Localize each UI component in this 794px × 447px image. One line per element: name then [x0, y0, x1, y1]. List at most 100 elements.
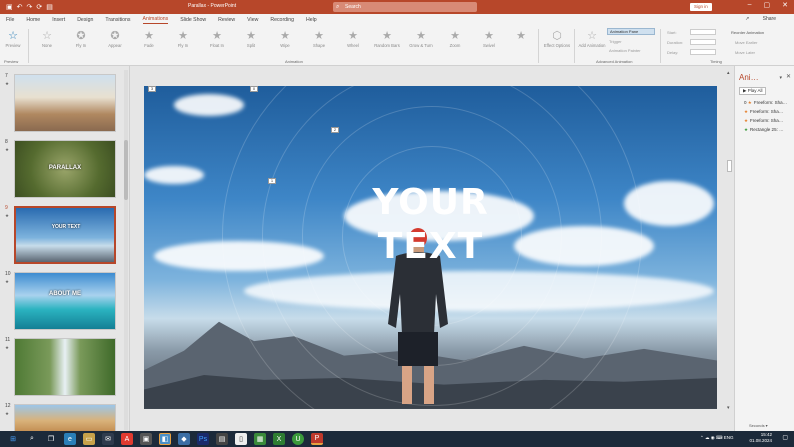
system-tray-icons[interactable]: ⌃ ☁ ◉ ⌨ ENG	[700, 435, 733, 441]
move-later-button[interactable]: Move Later	[735, 50, 755, 55]
slide-number: 12	[5, 403, 11, 409]
start-icon[interactable]: ⊞	[7, 433, 19, 445]
slide-thumbnail-7[interactable]	[14, 74, 116, 132]
redo-icon[interactable]: ↷	[27, 3, 33, 11]
slide-title-line2[interactable]: TEXT	[144, 226, 717, 267]
tab-help[interactable]: Help	[306, 17, 317, 23]
tab-view[interactable]: View	[247, 17, 258, 23]
minimize-icon[interactable]: –	[748, 1, 752, 9]
anim-none[interactable]: ☆ None	[34, 30, 60, 48]
animation-pane-button[interactable]: Animation Pane	[607, 28, 655, 35]
anim-wipe[interactable]: ★ Wipe	[272, 30, 298, 48]
app-icon[interactable]: ◆	[178, 433, 190, 445]
clock[interactable]: 15:42 01.08.2024	[749, 432, 772, 444]
close-icon[interactable]: ✕	[786, 73, 791, 80]
anim-random-bars[interactable]: ★ Random Bars	[374, 30, 400, 48]
slide-thumbnail-10[interactable]: ABOUT ME	[14, 272, 116, 330]
autosave-icon[interactable]: ▣	[6, 3, 13, 11]
upwork-icon[interactable]: U	[292, 433, 304, 445]
photoshop-icon[interactable]: Ps	[197, 433, 209, 445]
anim-split[interactable]: ★ Split	[238, 30, 264, 48]
anim-label: Wipe	[280, 43, 290, 48]
slide-thumbnail-9[interactable]: YOUR TEXT	[14, 206, 116, 264]
thumbnail-scrollbar[interactable]	[124, 70, 128, 430]
anim-label: Swivel	[482, 43, 496, 48]
tab-insert[interactable]: Insert	[52, 17, 65, 23]
start-label: Start:	[667, 30, 677, 35]
excel-icon[interactable]: X	[273, 433, 285, 445]
delay-field[interactable]	[690, 49, 716, 55]
animation-item[interactable]: ★ Rectangle 25: …	[744, 127, 784, 133]
anim-fly[interactable]: ★ Fly In	[170, 30, 196, 48]
preview-button[interactable]: ☆ Preview	[0, 30, 26, 48]
app-icon[interactable]: ▤	[216, 433, 228, 445]
anim-wheel[interactable]: ★ Wheel	[340, 30, 366, 48]
anim-label: Float In	[210, 43, 224, 48]
tab-recording[interactable]: Recording	[270, 17, 294, 23]
animation-item[interactable]: 0 ★ Freeform: Sha…	[744, 100, 787, 106]
file-explorer-icon[interactable]: ▭	[83, 433, 95, 445]
undo-icon[interactable]: ↶	[17, 3, 23, 11]
anim-float-in[interactable]: ★ Float In	[204, 30, 230, 48]
anim-appear[interactable]: ✪ Appear	[102, 30, 128, 48]
repeat-icon[interactable]: ⟳	[36, 3, 42, 11]
move-earlier-button[interactable]: Move Earlier	[735, 40, 757, 45]
effect-options-button[interactable]: ⬡ Effect Options	[543, 30, 571, 48]
tab-home[interactable]: Home	[26, 17, 40, 23]
search-box[interactable]: ⌕ Search	[333, 2, 477, 12]
tab-review[interactable]: Review	[218, 17, 235, 23]
anim-zoom[interactable]: ★ Zoom	[442, 30, 468, 48]
anim-fade[interactable]: ★ Fade	[136, 30, 162, 48]
slide-thumbnail-12[interactable]	[14, 404, 116, 432]
trigger-button[interactable]: Trigger	[609, 39, 622, 44]
tab-design[interactable]: Design	[77, 17, 93, 23]
scrollbar-thumb[interactable]	[727, 160, 732, 172]
scroll-down-icon[interactable]: ▾	[727, 405, 730, 411]
slide-scrollbar[interactable]: ▴ ▾	[727, 70, 733, 425]
seconds-dropdown[interactable]: Seconds ▾	[749, 423, 768, 428]
slide-thumbnail-11[interactable]	[14, 338, 116, 396]
anim-shape[interactable]: ★ Shape	[306, 30, 332, 48]
edge-icon[interactable]: e	[64, 433, 76, 445]
anim-bounce[interactable]: ★	[506, 30, 536, 43]
anim-label: Appear	[108, 43, 122, 48]
tab-transitions[interactable]: Transitions	[105, 17, 130, 23]
task-view-icon[interactable]: ❐	[45, 433, 57, 445]
anim-swivel[interactable]: ★ Swivel	[476, 30, 502, 48]
slide-title-line1[interactable]: YOUR	[144, 182, 717, 223]
share-button[interactable]: ↗ Share	[745, 16, 788, 22]
powerpoint-icon[interactable]: P	[311, 433, 323, 445]
mail-icon[interactable]: ✉	[102, 433, 114, 445]
slide-thumbnail-8[interactable]: PARALLAX	[14, 140, 116, 198]
scrollbar-thumb[interactable]	[124, 140, 128, 200]
app-icon[interactable]: ▣	[140, 433, 152, 445]
search-icon[interactable]: ⌕	[26, 433, 38, 445]
play-all-button[interactable]: ▶ Play All	[739, 87, 767, 95]
language-indicator[interactable]: ENG	[724, 435, 734, 440]
tab-file[interactable]: File	[6, 17, 14, 23]
document-icon[interactable]: ▯	[235, 433, 247, 445]
sign-in-button[interactable]: Sign in	[690, 3, 712, 11]
highlighted-app-icon[interactable]: ◧	[159, 433, 171, 445]
duration-field[interactable]	[690, 39, 716, 45]
adobe-icon[interactable]: A	[121, 433, 133, 445]
animation-item[interactable]: ★ Freeform: Sha…	[744, 118, 783, 124]
restore-icon[interactable]: ▢	[764, 1, 771, 9]
notification-icon[interactable]: ▢	[782, 434, 788, 441]
anim-grow-turn[interactable]: ★ Grow & Turn	[408, 30, 434, 48]
add-animation-button[interactable]: ☆ Add Animation	[578, 30, 606, 48]
scroll-up-icon[interactable]: ▴	[727, 70, 730, 76]
customize-icon[interactable]: ▤	[46, 3, 53, 11]
anim-fly-in[interactable]: ✪ Fly In	[68, 30, 94, 48]
anim-label: Grow & Turn	[409, 43, 433, 48]
animation-painter-button[interactable]: Animation Painter	[609, 48, 641, 53]
tab-slide-show[interactable]: Slide Show	[180, 17, 206, 23]
tab-animations[interactable]: Animations	[142, 16, 169, 24]
animation-tag: 0	[250, 86, 258, 92]
start-dropdown[interactable]	[690, 29, 716, 35]
close-icon[interactable]: ✕	[782, 1, 788, 9]
calendar-icon[interactable]: ▦	[254, 433, 266, 445]
pane-options-icon[interactable]: ▾	[779, 75, 782, 81]
animation-item[interactable]: ★ Freeform: Sha…	[744, 109, 783, 115]
slide-canvas[interactable]: YOUR TEXT 3 0 2 1	[144, 86, 717, 409]
